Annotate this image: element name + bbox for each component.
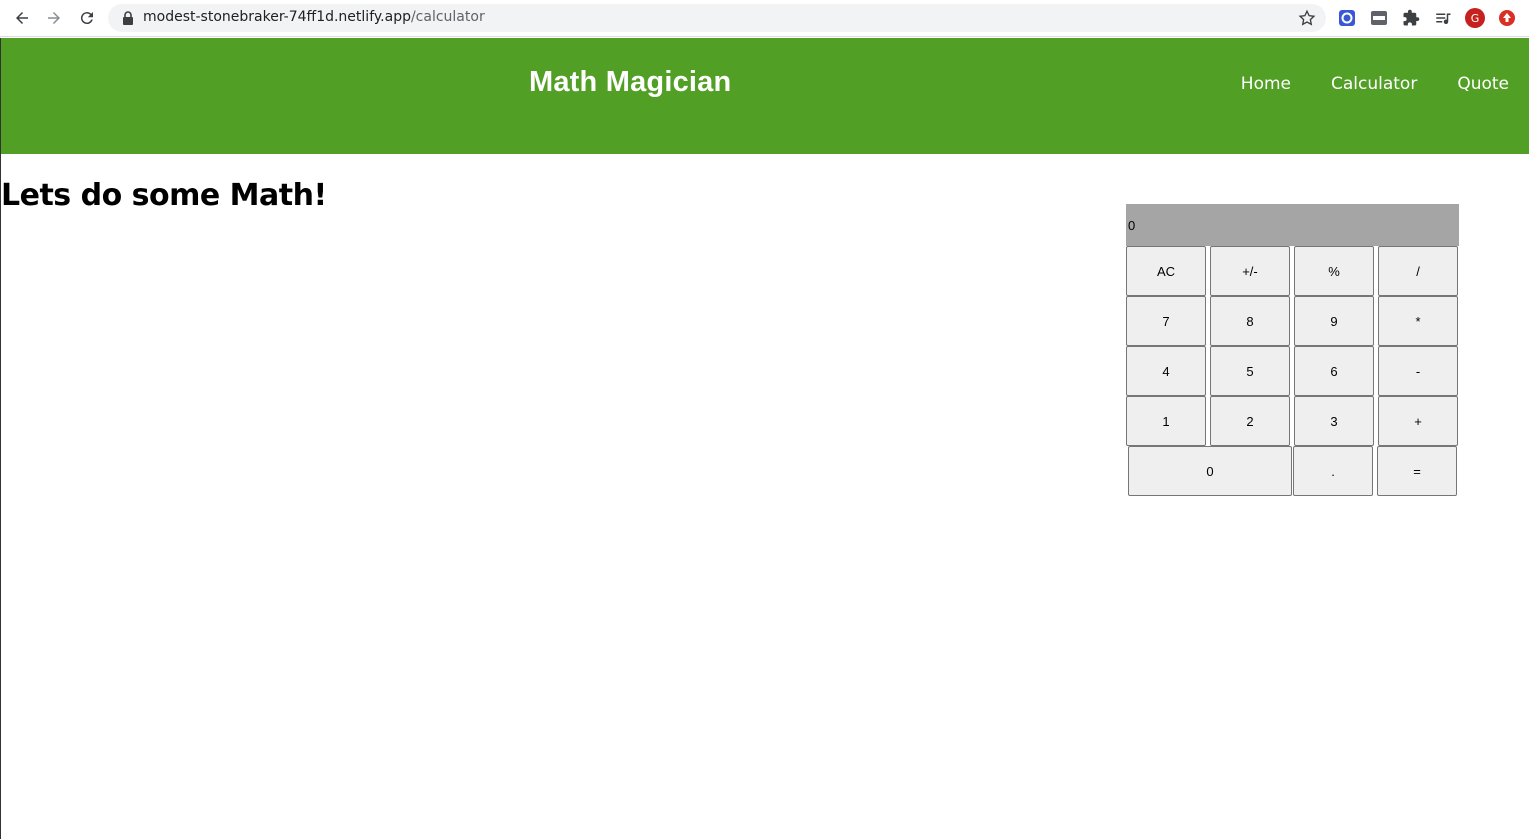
reload-button[interactable] — [75, 6, 99, 30]
url-text: modest-stonebraker-74ff1d.netlify.app/ca… — [143, 9, 485, 25]
subtract-button[interactable]: - — [1378, 346, 1458, 396]
back-button[interactable] — [10, 6, 34, 30]
calculator-display: 0 — [1126, 204, 1459, 246]
add-button[interactable]: + — [1378, 396, 1458, 446]
digit-7-button[interactable]: 7 — [1126, 296, 1206, 346]
digit-2-button[interactable]: 2 — [1210, 396, 1290, 446]
equals-button[interactable]: = — [1377, 446, 1457, 496]
calculator-row: 0 . = — [1126, 446, 1459, 496]
page: Math Magician Home Calculator Quote Lets… — [0, 38, 1529, 839]
page-title: Lets do some Math! — [1, 178, 327, 213]
nav-link-home[interactable]: Home — [1241, 74, 1291, 94]
url-host: modest-stonebraker-74ff1d.netlify.app — [143, 9, 411, 25]
arrow-left-icon — [16, 12, 28, 24]
extensions-puzzle-icon[interactable] — [1401, 8, 1421, 28]
calculator-row: 7 8 9 * — [1126, 296, 1459, 346]
calculator-row: AC +/- % / — [1126, 246, 1459, 296]
calculator: 0 AC +/- % / 7 8 9 * 4 5 6 - 1 2 3 + 0 . — [1126, 204, 1459, 496]
clear-button[interactable]: AC — [1126, 246, 1206, 296]
profile-initial: G — [1465, 8, 1485, 28]
extension-off-icon[interactable] — [1369, 8, 1389, 28]
digit-9-button[interactable]: 9 — [1294, 296, 1374, 346]
main-nav: Home Calculator Quote — [1241, 74, 1509, 94]
nav-link-calculator[interactable]: Calculator — [1331, 74, 1417, 94]
digit-1-button[interactable]: 1 — [1126, 396, 1206, 446]
profile-avatar[interactable]: G — [1465, 8, 1485, 28]
digit-3-button[interactable]: 3 — [1294, 396, 1374, 446]
arrow-right-icon — [48, 12, 60, 24]
digit-0-button[interactable]: 0 — [1128, 446, 1292, 496]
reading-list-icon[interactable] — [1433, 8, 1453, 28]
digit-5-button[interactable]: 5 — [1210, 346, 1290, 396]
address-bar[interactable]: modest-stonebraker-74ff1d.netlify.app/ca… — [108, 4, 1326, 32]
multiply-button[interactable]: * — [1378, 296, 1458, 346]
nav-link-quote[interactable]: Quote — [1457, 74, 1509, 94]
site-header: Math Magician Home Calculator Quote — [1, 38, 1529, 154]
update-icon[interactable] — [1497, 8, 1517, 28]
digit-4-button[interactable]: 4 — [1126, 346, 1206, 396]
percent-button[interactable]: % — [1294, 246, 1374, 296]
digit-8-button[interactable]: 8 — [1210, 296, 1290, 346]
divide-button[interactable]: / — [1378, 246, 1458, 296]
sign-toggle-button[interactable]: +/- — [1210, 246, 1290, 296]
reload-icon — [80, 12, 93, 25]
bookmark-star-icon[interactable] — [1298, 9, 1316, 27]
forward-button[interactable] — [42, 6, 66, 30]
decimal-button[interactable]: . — [1293, 446, 1373, 496]
extension-circle-icon[interactable] — [1337, 8, 1357, 28]
lock-icon — [123, 11, 133, 25]
url-path: /calculator — [410, 9, 485, 25]
browser-toolbar: modest-stonebraker-74ff1d.netlify.app/ca… — [0, 0, 1529, 37]
calculator-row: 4 5 6 - — [1126, 346, 1459, 396]
site-brand: Math Magician — [529, 66, 732, 98]
calculator-row: 1 2 3 + — [1126, 396, 1459, 446]
digit-6-button[interactable]: 6 — [1294, 346, 1374, 396]
